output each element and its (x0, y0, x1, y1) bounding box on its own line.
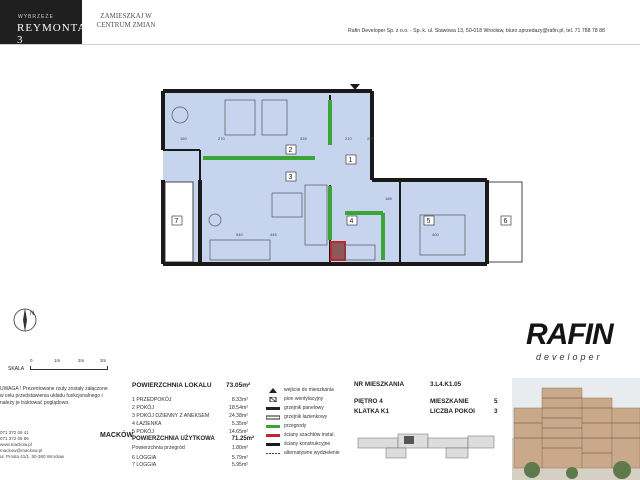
room-label-5: 5 (427, 218, 431, 225)
room-area-name: 2 POKÓJ (132, 405, 154, 411)
flat-value: 5 (494, 398, 498, 405)
dim-label: 445 (270, 232, 277, 237)
legend-item: pion wentylacyjny (266, 396, 323, 402)
brand-subtitle: developer (536, 352, 603, 362)
scale-tick: 2m (78, 358, 85, 363)
stair-label: KLATKA K1 (354, 408, 389, 415)
scale-tick: 3m (100, 358, 107, 363)
legend-item: grzejnik łazienkowy (266, 414, 327, 420)
loggia-name: 7 LOGGIA (132, 462, 157, 468)
shaft (330, 241, 346, 261)
room-area-name: 5 POKÓJ (132, 429, 154, 435)
room-label-4: 4 (350, 218, 354, 225)
room-label-6: 6 (504, 218, 508, 225)
room-area-name: 4 ŁAZIENKA (132, 421, 162, 427)
room-area-name: 3 POKÓJ DZIENNY Z ANEKSEM (132, 413, 210, 419)
room-area-name: 1 PRZEDPOKÓJ (132, 397, 172, 403)
entrance-triangle-icon (269, 387, 277, 393)
partitions-value: 1.80m² (231, 445, 248, 451)
panel-radiator-icon (266, 406, 280, 410)
disclaimer-note: UWAGA ! Prezentowane rzuty zostały załąc… (0, 386, 108, 406)
dim-label: 270 (218, 136, 225, 141)
loggia-value: 5.79m² (231, 455, 248, 461)
legend-item: grzejnik panelowy (266, 405, 324, 411)
compass-north-label: N (30, 311, 34, 317)
legend-item: przegrody (266, 423, 306, 429)
building-render-image (512, 378, 640, 480)
usable-area-value: 71.25m² (231, 436, 254, 442)
room-label-1: 1 (349, 157, 353, 164)
rooms-count-value: 3 (494, 408, 498, 415)
room-label-3: 3 (289, 174, 293, 181)
scale-label: SKALA (8, 366, 25, 372)
legend-item: ściany konstrukcyjne (266, 441, 330, 447)
dim-label: 335 (300, 136, 307, 141)
area-title: POWIERZCHNIA LOKALU (132, 382, 212, 389)
legend-item: ściany szachtów instal. (266, 432, 335, 438)
loggia-value: 5.95m² (231, 462, 248, 468)
room-area-value: 24.38m² (228, 413, 248, 419)
room-area-value: 14.65m² (228, 429, 248, 435)
usable-area-label: POWIERZCHNIA UŻYTKOWA (132, 436, 215, 442)
scale-bar (30, 366, 108, 370)
floor-plan: 2 1 3 4 5 6 7 270 335 540 400 200 210 18… (161, 84, 523, 266)
brand-logo: RAFIN (526, 318, 614, 351)
ventilation-icon (269, 396, 277, 402)
dim-label: 210 (345, 136, 352, 141)
scale-tick: 1m (54, 358, 61, 363)
room-area-value: 5.35m² (231, 421, 248, 427)
agency-contact: 071 372 06 41 071 372 06 86 www.mackow.p… (0, 430, 112, 460)
partition-swatch (266, 424, 280, 428)
area-total: 73.05m² (226, 382, 251, 389)
apartment-number-label: NR MIESZKANIA (354, 381, 405, 388)
dim-label: 200 (367, 136, 374, 141)
bathroom-radiator-icon (266, 415, 280, 419)
shaft-wall-swatch (266, 433, 280, 437)
legend-item: wejście do mieszkania (266, 387, 334, 393)
dim-label: 400 (432, 232, 439, 237)
compass-icon: N (13, 308, 37, 332)
loggia-name: 6 LOGGIA (132, 455, 157, 461)
room-area-value: 8.33m² (231, 397, 248, 403)
room-fill-main (163, 92, 370, 262)
floor-label: PIĘTRO 4 (354, 398, 383, 405)
agency-line: ul. Prosta 41/1, 50-360 Wrocław (0, 454, 64, 459)
rooms-count-label: LICZBA POKOI (430, 408, 475, 415)
legend-item: alternatywne wydzielenie (266, 450, 340, 456)
dim-label: 188 (385, 196, 392, 201)
building-key-plan (357, 433, 495, 459)
key-plan-highlight (404, 436, 414, 444)
alternative-division-swatch (266, 452, 280, 454)
scale-tick: 0 (30, 358, 33, 363)
structural-wall-swatch (266, 442, 280, 446)
room-label-2: 2 (289, 147, 293, 154)
room-label-7: 7 (175, 218, 179, 225)
apartment-number-value: 3.L4.K1.05 (430, 381, 462, 388)
dim-label: 180 (180, 136, 187, 141)
dim-label: 540 (236, 232, 243, 237)
room-area-value: 18.54m² (228, 405, 248, 411)
agency-logo: MACKÓW (100, 432, 134, 439)
flat-label: MIESZKANIE (430, 398, 469, 405)
partitions-label: Powierzchnia przegród (132, 445, 185, 451)
